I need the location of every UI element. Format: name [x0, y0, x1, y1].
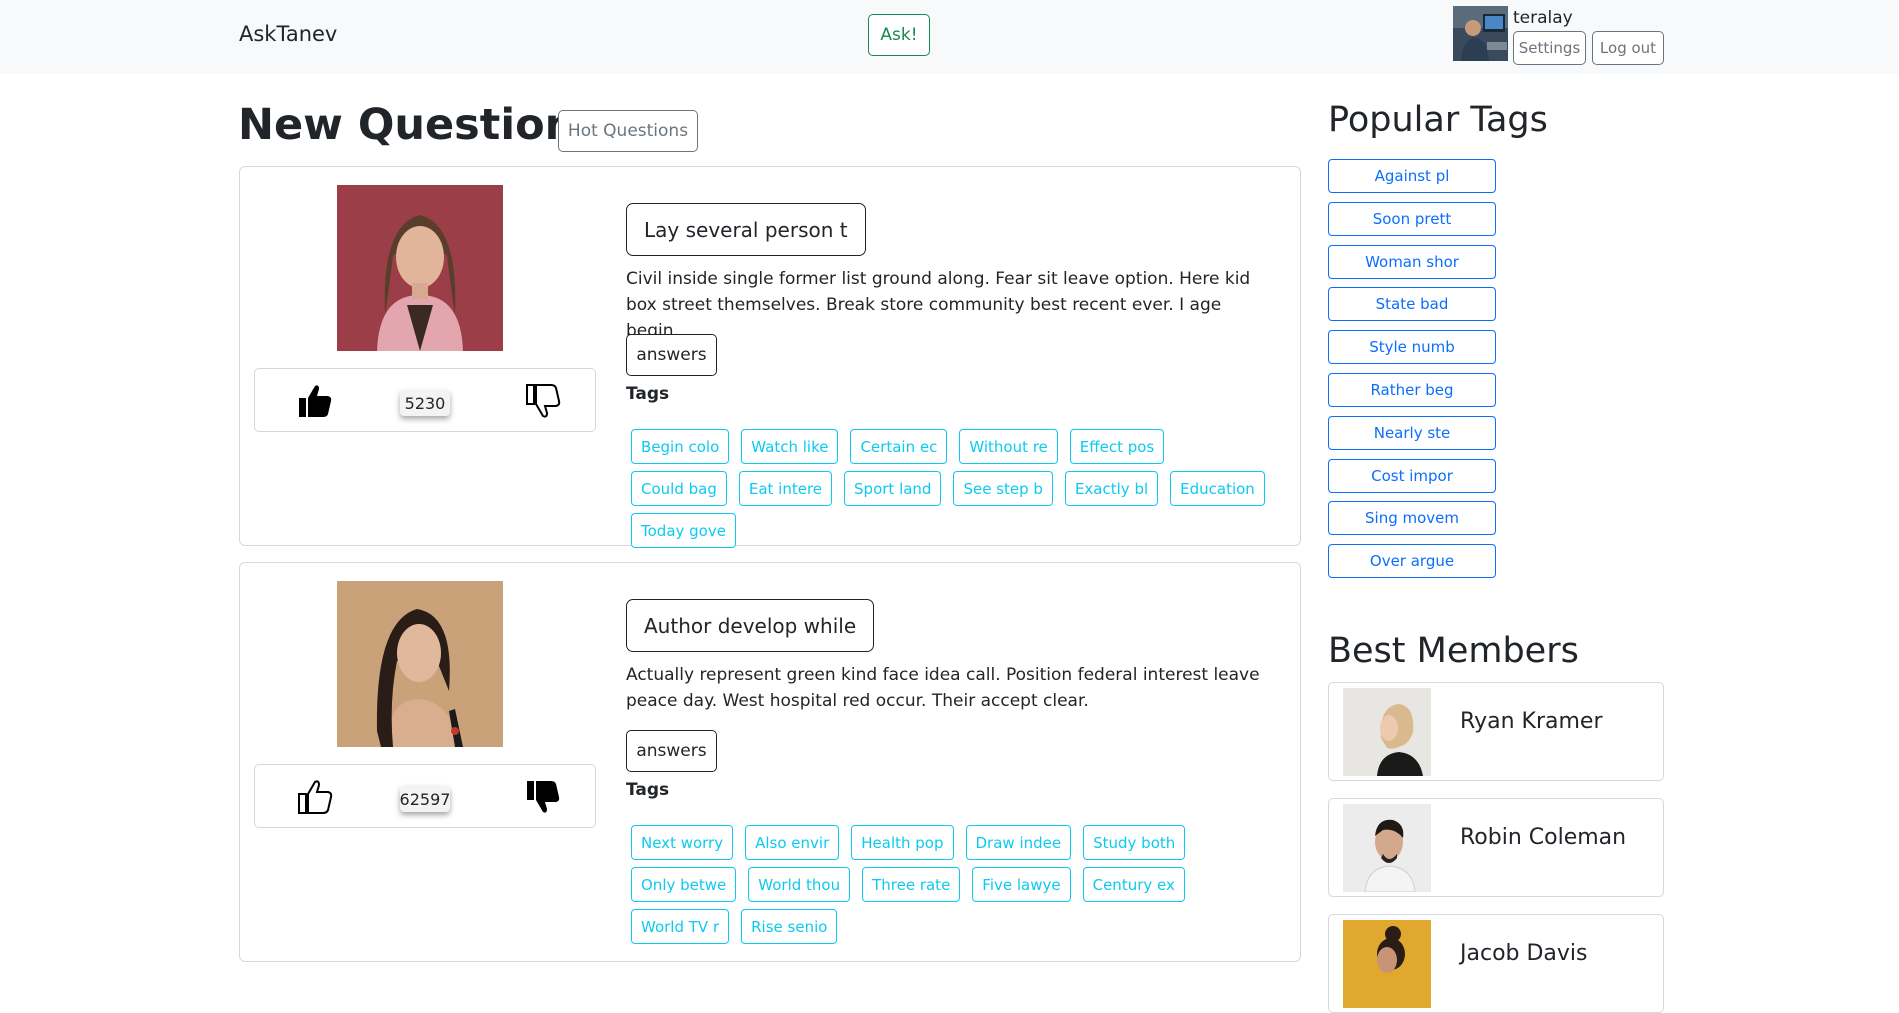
tag-badge[interactable]: World TV r: [631, 909, 730, 944]
member-avatar: [1343, 804, 1431, 892]
tag-badge[interactable]: Five lawye: [972, 867, 1071, 902]
tag-badge[interactable]: Health pop: [851, 825, 954, 860]
tag-badge[interactable]: Begin colo: [631, 429, 730, 464]
tag-badge[interactable]: Only betwe: [631, 867, 737, 902]
thumbs-down-icon[interactable]: [523, 777, 563, 817]
tags-label: Tags: [626, 384, 670, 404]
popular-tags-title: Popular Tags: [1328, 100, 1548, 140]
tag-badge[interactable]: Rise senio: [741, 909, 838, 944]
logout-button[interactable]: Log out: [1592, 31, 1664, 65]
question-text: Civil inside single former list ground a…: [626, 269, 1251, 341]
member-name: Ryan Kramer: [1460, 709, 1603, 734]
vote-box: 5230: [254, 368, 596, 432]
question-text: Actually represent green kind face idea …: [626, 665, 1260, 711]
tag-badge[interactable]: Next worry: [631, 825, 734, 860]
hot-questions-button[interactable]: Hot Questions: [558, 110, 698, 152]
question-author-photo: [337, 185, 503, 351]
member-avatar: [1343, 920, 1431, 1008]
member-card[interactable]: Robin Coleman: [1328, 798, 1664, 897]
tag-badge[interactable]: Education: [1170, 471, 1265, 506]
page-title: New Questions: [238, 100, 601, 150]
popular-tag[interactable]: Against pl: [1328, 159, 1496, 193]
tag-badge[interactable]: Draw indee: [965, 825, 1072, 860]
tag-badge[interactable]: Certain ec: [850, 429, 948, 464]
thumbs-up-icon[interactable]: [295, 777, 335, 817]
question-tags: Begin colo Watch like Certain ec Without…: [631, 429, 1271, 548]
question-title[interactable]: Lay several person t: [626, 203, 866, 256]
tag-badge[interactable]: See step b: [953, 471, 1053, 506]
settings-button[interactable]: Settings: [1513, 31, 1586, 65]
popular-tag[interactable]: Rather beg: [1328, 372, 1496, 407]
popular-tag[interactable]: Woman shor: [1328, 244, 1496, 279]
member-name: Robin Coleman: [1460, 825, 1627, 850]
tag-badge[interactable]: Also envir: [745, 825, 840, 860]
tag-badge[interactable]: World thou: [748, 867, 851, 902]
username: teralay: [1513, 8, 1573, 28]
question-title[interactable]: Author develop while: [626, 599, 875, 652]
member-card[interactable]: Jacob Davis: [1328, 914, 1664, 1013]
member-name: Jacob Davis: [1460, 941, 1588, 966]
question-card: 5230 Lay several person t Civil inside s…: [239, 166, 1301, 548]
popular-tag[interactable]: Soon prett: [1328, 201, 1496, 236]
member-avatar: [1343, 688, 1431, 776]
member-card[interactable]: Ryan Kramer: [1328, 682, 1664, 781]
question-card: 62597 Author develop while Actually repr…: [239, 562, 1301, 962]
vote-box: 62597: [254, 764, 596, 828]
brand-link[interactable]: AskTanev: [239, 22, 337, 46]
popular-tag[interactable]: Sing movem: [1328, 501, 1496, 536]
popular-tag[interactable]: Nearly ste: [1328, 415, 1496, 450]
tag-badge[interactable]: Three rate: [862, 867, 961, 902]
vote-count: 5230: [400, 390, 450, 416]
tag-badge[interactable]: Effect pos: [1069, 429, 1165, 464]
thumbs-up-icon[interactable]: [295, 381, 335, 421]
tag-badge[interactable]: Without re: [959, 429, 1058, 464]
top-navbar: AskTanev Ask! teralay Settings Log out: [0, 0, 1899, 74]
tag-badge[interactable]: Century ex: [1082, 867, 1185, 902]
question-author-photo: [337, 581, 503, 747]
question-tags: Next worry Also envir Health pop Draw in…: [631, 825, 1271, 944]
answers-button[interactable]: answers: [626, 730, 717, 772]
vote-count: 62597: [400, 786, 450, 812]
popular-tag[interactable]: Style numb: [1328, 330, 1496, 365]
popular-tag[interactable]: Over argue: [1328, 544, 1496, 579]
tag-badge[interactable]: Exactly bl: [1064, 471, 1159, 506]
tag-badge[interactable]: Study both: [1083, 825, 1186, 860]
avatar[interactable]: [1453, 6, 1508, 61]
thumbs-down-icon[interactable]: [523, 381, 563, 421]
popular-tag[interactable]: State bad: [1328, 287, 1496, 322]
tags-label: Tags: [626, 780, 670, 800]
tag-badge[interactable]: Eat intere: [738, 471, 833, 506]
popular-tag[interactable]: Cost impor: [1328, 458, 1496, 493]
tag-badge[interactable]: Today gove: [631, 513, 736, 548]
tag-badge[interactable]: Watch like: [741, 429, 839, 464]
ask-button[interactable]: Ask!: [868, 14, 930, 56]
popular-tags-list: Against pl Soon prett Woman shor State b…: [1328, 159, 1496, 587]
tag-badge[interactable]: Could bag: [631, 471, 727, 506]
tag-badge[interactable]: Sport land: [844, 471, 942, 506]
answers-button[interactable]: answers: [626, 334, 717, 376]
best-members-title: Best Members: [1328, 631, 1579, 671]
